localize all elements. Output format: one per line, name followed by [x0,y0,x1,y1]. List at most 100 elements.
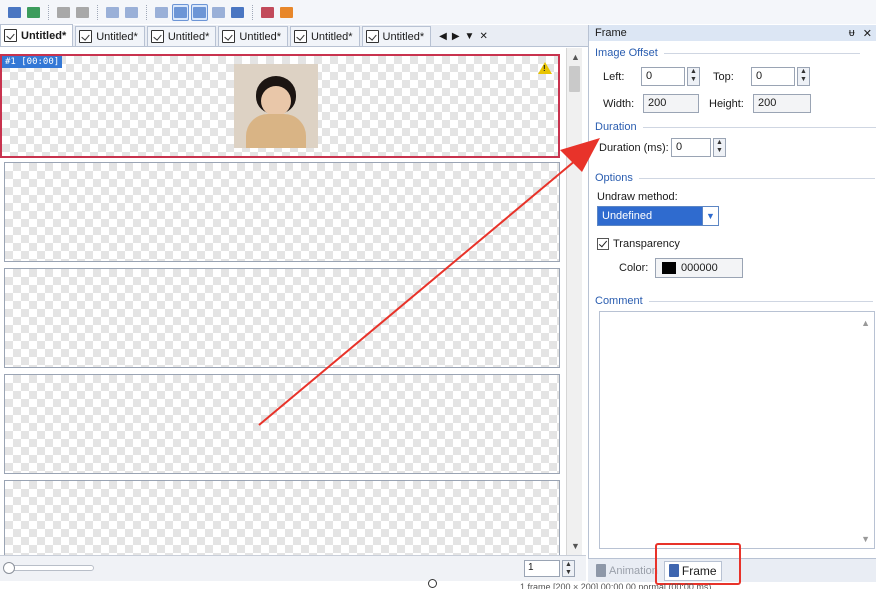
comment-scroll-down-icon[interactable]: ▼ [861,534,870,544]
open-button[interactable] [6,4,23,21]
frame-index-label: #1 [00:00] [2,56,63,68]
tab-navigation: ◀ ▶ ▼ ✕ [439,26,488,46]
tab-prev-icon[interactable]: ◀ [439,31,447,42]
doc-tab-4[interactable]: Untitled* [218,26,288,46]
scroll-thumb[interactable] [569,66,580,92]
doc-tab-1[interactable]: Untitled* [0,24,74,46]
paste-icon [76,6,89,18]
doc-tab-6[interactable]: Untitled* [361,26,432,46]
copy-icon [57,6,70,18]
pin-icon[interactable]: ᵾ [849,27,855,40]
tab-next-icon[interactable]: ▶ [452,31,460,42]
toolbar-separator [146,4,147,20]
export-button[interactable] [259,4,276,21]
frame-1[interactable]: #1 [00:00] [0,54,560,158]
doc-tab-label: Untitled* [239,30,281,43]
comment-textarea[interactable]: ▲ ▼ [599,311,875,549]
animation-icon [596,564,606,577]
rss-button[interactable] [278,4,295,21]
top-input[interactable]: 0 [751,67,795,86]
rotate-button[interactable] [123,4,140,21]
panel-close-icon[interactable]: ✕ [863,27,872,40]
warning-icon[interactable] [538,62,552,74]
effects-button[interactable] [229,4,246,21]
color-swatch [662,262,676,274]
document-edit-icon [79,30,93,43]
scroll-up-icon[interactable]: ▲ [571,52,580,62]
thumbnail-view-button[interactable] [172,3,189,21]
panel-header: Frame ᵾ ✕ [589,25,876,41]
doc-tab-label: Untitled* [310,30,353,43]
frame-view-button[interactable] [153,4,170,21]
doc-tab-3[interactable]: Untitled* [146,26,217,46]
doc-tab-label: Untitled* [96,30,138,43]
duration-input[interactable]: 0 [671,138,711,157]
tab-menu-icon[interactable]: ▼ [465,31,475,42]
frame-properties-panel: Frame ᵾ ✕ Image Offset Left: 0 ▲ ▼ Top: 0… [588,25,876,560]
doc-tab-label: Untitled* [21,29,67,42]
duration-label: Duration (ms): [599,142,669,154]
left-input[interactable]: 0 [641,67,685,86]
comment-heading: Comment [595,295,873,307]
panel-tab-strip: Animation Frame [588,558,876,582]
zoom-slider-knob[interactable] [3,562,15,574]
document-tab-strip: Untitled* Untitled* Untitled* Untitled* … [0,24,588,47]
frame-3[interactable] [4,268,560,368]
frame-number-input[interactable]: 1 [524,560,560,577]
copy-button[interactable] [55,4,72,21]
frame-2[interactable] [4,162,560,262]
document-edit-icon [293,30,307,43]
image-offset-heading-text: Image Offset [595,47,658,59]
tab-animation[interactable]: Animation [592,561,662,581]
comment-scroll-up-icon[interactable]: ▲ [861,318,870,328]
list-view-button[interactable] [191,3,208,21]
frame-list-scrollbar[interactable]: ▲ ▼ [566,48,582,555]
toolbar-separator [48,4,49,20]
duration-heading-text: Duration [595,121,637,133]
save-button[interactable] [25,4,42,21]
undraw-method-label: Undraw method: [597,191,678,203]
chevron-down-icon[interactable]: ▼ [702,207,718,225]
left-spinner[interactable]: ▲ ▼ [687,67,700,86]
frame-number-spinner[interactable]: ▲ ▼ [562,560,575,577]
mouse-cursor-icon [428,579,437,588]
tab-frame[interactable]: Frame [663,560,722,581]
left-label: Left: [603,71,625,83]
paste-button[interactable] [74,4,91,21]
tab-close-icon[interactable]: ✕ [479,31,487,42]
undraw-method-value: Undefined [598,207,702,225]
frame-icon [668,564,679,577]
document-edit-icon [222,30,236,43]
doc-tab-label: Untitled* [167,30,210,43]
tab-animation-label: Animation [609,564,658,577]
doc-tab-2[interactable]: Untitled* [75,26,145,46]
document-edit-icon [4,29,17,42]
panel-title: Frame [595,27,627,39]
open-icon [8,6,21,18]
checkbox-check-icon[interactable] [597,238,609,250]
doc-tab-5[interactable]: Untitled* [289,26,360,46]
thumbnail-view-icon [174,6,187,18]
color-picker[interactable]: 000000 [655,258,743,278]
frame-5[interactable] [4,480,560,555]
scroll-down-icon[interactable]: ▼ [571,541,580,551]
top-spinner[interactable]: ▲ ▼ [797,67,810,86]
save-icon [27,6,40,18]
width-field: 200 [643,94,699,113]
frame-list: #1 [00:00] [0,48,566,555]
rss-icon [280,6,293,18]
grid-view-button[interactable] [210,4,227,21]
zoom-slider[interactable] [3,562,94,574]
height-field: 200 [753,94,811,113]
transparency-checkbox[interactable]: Transparency [597,238,680,250]
image-offset-heading: Image Offset [595,47,860,59]
frame-4[interactable] [4,374,560,474]
height-label: Height: [709,98,744,110]
top-label: Top: [713,71,734,83]
duration-spinner[interactable]: ▲ ▼ [713,138,726,157]
color-value: 000000 [681,262,718,274]
comment-heading-text: Comment [595,295,643,307]
undraw-method-select[interactable]: Undefined ▼ [597,206,719,226]
flip-button[interactable] [104,4,121,21]
tab-frame-label: Frame [681,563,717,578]
